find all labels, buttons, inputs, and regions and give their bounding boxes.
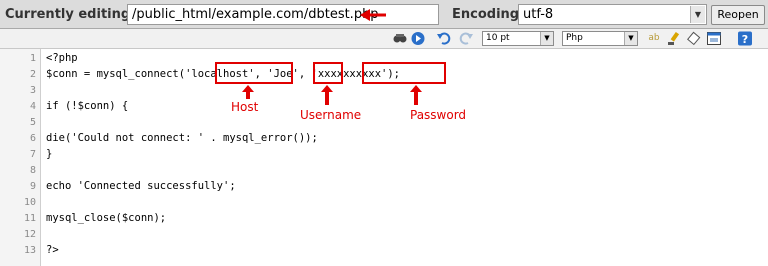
- encoding-label: Encoding:: [452, 7, 525, 22]
- reopen-button[interactable]: Reopen: [711, 5, 765, 25]
- line-number: 7: [29, 149, 36, 160]
- svg-text:?: ?: [742, 33, 748, 46]
- file-header-bar: Currently editing: /public_html/example.…: [0, 0, 768, 29]
- code-line: if (!$conn) {: [46, 100, 129, 112]
- line-number: 6: [29, 133, 36, 144]
- red-arrow-icon: [360, 9, 386, 21]
- redo-icon[interactable]: [458, 31, 474, 46]
- line-number: 4: [29, 101, 36, 112]
- file-path-field[interactable]: /public_html/example.com/dbtest.php: [127, 4, 439, 25]
- username-annotation: Username: [300, 108, 362, 122]
- line-number: 1: [29, 53, 36, 64]
- line-number: 11: [23, 213, 36, 224]
- code-line: }: [46, 148, 53, 160]
- eraser-icon[interactable]: [686, 31, 702, 46]
- line-number: 12: [23, 229, 36, 240]
- up-arrow-icon: [321, 85, 333, 105]
- line-number: 8: [29, 165, 36, 176]
- host-annotation: Host: [231, 100, 259, 114]
- code-line: die('Could not connect: ' . mysql_error(…: [46, 132, 318, 144]
- spellcheck-icon[interactable]: ab: [646, 31, 662, 46]
- code-line: <?php: [46, 52, 78, 64]
- password-annotation: Password: [410, 108, 467, 122]
- password-highlight-box: [362, 62, 446, 84]
- chevron-down-icon: ▼: [624, 32, 637, 45]
- editor-toolbar: 10 pt ▼ Php ▼ ab ?: [0, 29, 768, 49]
- line-number: 13: [23, 245, 36, 256]
- username-highlight-box: [313, 62, 343, 84]
- up-arrow-icon: [410, 85, 422, 105]
- line-number: 9: [29, 181, 36, 192]
- undo-icon[interactable]: [436, 31, 452, 46]
- up-arrow-icon: [242, 85, 254, 99]
- line-number: 3: [29, 85, 36, 96]
- highlight-icon[interactable]: [666, 31, 682, 46]
- font-size-select[interactable]: 10 pt ▼: [482, 31, 554, 46]
- code-line: ?>: [46, 244, 59, 256]
- line-number: 2: [29, 69, 36, 80]
- font-size-value: 10 pt: [486, 33, 510, 43]
- line-number: 5: [29, 117, 36, 128]
- line-number-gutter: 1 2 3 4 5 6 7 8 9 10 11 12 13: [0, 49, 41, 266]
- help-icon[interactable]: ?: [737, 31, 753, 46]
- line-number: 10: [23, 197, 36, 208]
- encoding-select[interactable]: utf-8 ▼: [518, 4, 707, 25]
- code-line: mysql_close($conn);: [46, 212, 167, 224]
- chevron-down-icon: ▼: [540, 32, 553, 45]
- currently-editing-label: Currently editing:: [5, 7, 136, 22]
- encoding-value: utf-8: [523, 7, 554, 22]
- goto-icon[interactable]: [410, 31, 426, 46]
- find-icon[interactable]: [392, 31, 408, 46]
- file-path-value: /public_html/example.com/dbtest.php: [132, 7, 379, 22]
- syntax-select[interactable]: Php ▼: [562, 31, 638, 46]
- code-line: echo 'Connected successfully';: [46, 180, 236, 192]
- host-highlight-box: [215, 62, 293, 84]
- fullscreen-icon[interactable]: [706, 31, 722, 46]
- chevron-down-icon: ▼: [690, 6, 705, 23]
- syntax-value: Php: [566, 33, 583, 43]
